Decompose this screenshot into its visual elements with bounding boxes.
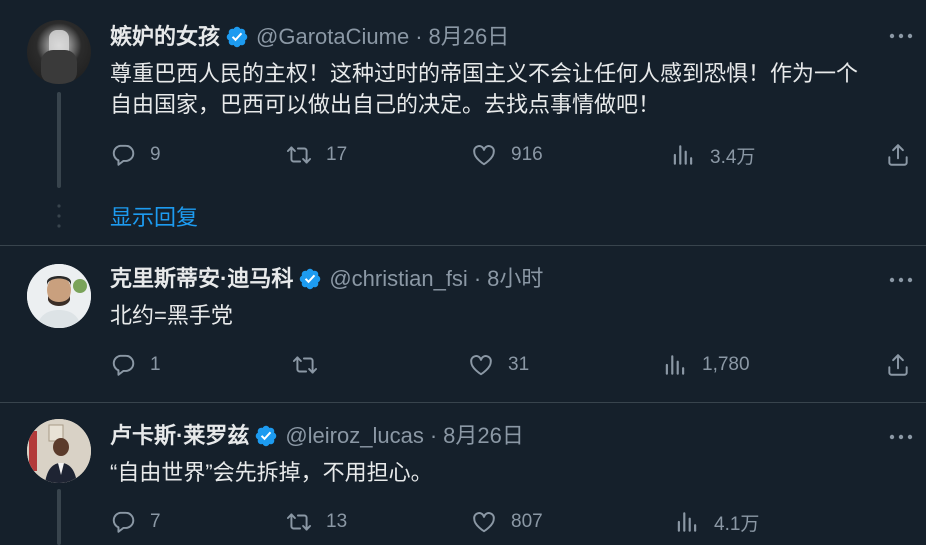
- verified-badge-icon[interactable]: [298, 267, 322, 291]
- timestamp[interactable]: 8小时: [487, 264, 543, 294]
- share-icon[interactable]: [885, 352, 911, 378]
- avatar-image: [27, 419, 91, 483]
- tweet-text: 尊重巴西人民的主权！这种过时的帝国主义不会让任何人感到恐惧！作为一个 自由国家，…: [110, 61, 859, 117]
- display-name[interactable]: 克里斯蒂安·迪马科: [110, 264, 293, 294]
- display-name[interactable]: 卢卡斯·莱罗兹: [110, 421, 249, 451]
- tweet-header: 克里斯蒂安·迪马科 @christian_fsi · 8小时: [110, 264, 543, 294]
- like-count: 807: [511, 511, 543, 532]
- reply-count: 7: [150, 511, 161, 532]
- display-name[interactable]: 嫉妒的女孩: [110, 22, 220, 52]
- views-button[interactable]: 4.1万: [674, 507, 759, 537]
- separator-dot: ·: [415, 24, 423, 49]
- views-count: 4.1万: [714, 513, 760, 535]
- views-icon: [662, 352, 688, 378]
- tweet[interactable]: 克里斯蒂安·迪马科 @christian_fsi · 8小时 北约=黑手党 1 …: [0, 246, 926, 402]
- more-icon[interactable]: [888, 26, 914, 46]
- share-icon[interactable]: [885, 142, 911, 168]
- avatar-image: [41, 30, 77, 84]
- tweet-header: 嫉妒的女孩 @GarotaCiume · 8月26日: [110, 22, 509, 52]
- reply-button[interactable]: 9: [110, 140, 161, 170]
- user-handle[interactable]: @leiroz_lucas: [285, 421, 424, 451]
- action-bar: 1 31 1,780: [110, 350, 910, 380]
- retweet-count: 17: [326, 144, 348, 165]
- views-button[interactable]: 3.4万: [670, 140, 755, 170]
- like-button[interactable]: 916: [471, 140, 543, 170]
- views-icon: [674, 509, 700, 535]
- timestamp[interactable]: 8月26日: [429, 22, 510, 52]
- retweet-button[interactable]: 13: [286, 507, 347, 537]
- reply-icon: [110, 509, 136, 535]
- like-count: 31: [508, 354, 530, 375]
- reply-count: 9: [150, 144, 161, 165]
- avatar[interactable]: [27, 264, 91, 328]
- separator-dot: ·: [473, 266, 482, 291]
- action-bar: 7 13 807 4.1万: [110, 507, 910, 537]
- reply-count: 1: [150, 354, 161, 375]
- tweet[interactable]: 嫉妒的女孩 @GarotaCiume · 8月26日 尊重巴西人民的主权！这种过…: [0, 0, 926, 245]
- thread-line: [57, 489, 61, 545]
- tweet[interactable]: 卢卡斯·莱罗兹 @leiroz_lucas · 8月26日 “自由世界”会先拆掉…: [0, 403, 926, 545]
- like-icon: [471, 509, 497, 535]
- retweet-icon: [292, 352, 318, 378]
- tweet-header: 卢卡斯·莱罗兹 @leiroz_lucas · 8月26日: [110, 421, 524, 451]
- avatar[interactable]: [27, 20, 91, 84]
- views-button[interactable]: 1,780: [662, 350, 750, 380]
- verified-badge-icon[interactable]: [225, 25, 249, 49]
- action-bar: 9 17 916 3.4万: [110, 140, 910, 170]
- views-icon: [670, 142, 696, 168]
- views-count: 3.4万: [710, 146, 756, 168]
- retweet-button[interactable]: 17: [286, 140, 347, 170]
- tweet-text: 北约=黑手党: [110, 303, 233, 328]
- reply-icon: [110, 142, 136, 168]
- show-replies-link[interactable]: 显示回复: [110, 200, 198, 232]
- like-button[interactable]: 807: [471, 507, 543, 537]
- views-count: 1,780: [702, 354, 750, 375]
- separator-dot: ·: [429, 423, 438, 448]
- reply-icon: [110, 352, 136, 378]
- avatar-image: [27, 264, 91, 328]
- verified-badge-icon[interactable]: [254, 424, 278, 448]
- retweet-icon: [286, 509, 312, 535]
- retweet-icon: [286, 142, 312, 168]
- more-icon[interactable]: [888, 270, 914, 290]
- thread-dots: [57, 204, 61, 228]
- thread-line: [57, 92, 61, 188]
- retweet-count: 13: [326, 511, 348, 532]
- user-handle[interactable]: @christian_fsi: [329, 264, 468, 294]
- tweet-text: “自由世界”会先拆掉，不用担心。: [110, 460, 433, 485]
- user-handle[interactable]: @GarotaCiume: [256, 22, 409, 52]
- timestamp[interactable]: 8月26日: [443, 421, 524, 451]
- reply-button[interactable]: 7: [110, 507, 161, 537]
- like-count: 916: [511, 144, 543, 165]
- retweet-button[interactable]: [292, 350, 332, 380]
- like-icon: [471, 142, 497, 168]
- more-icon[interactable]: [888, 427, 914, 447]
- avatar[interactable]: [27, 419, 91, 483]
- reply-button[interactable]: 1: [110, 350, 161, 380]
- like-icon: [468, 352, 494, 378]
- like-button[interactable]: 31: [468, 350, 529, 380]
